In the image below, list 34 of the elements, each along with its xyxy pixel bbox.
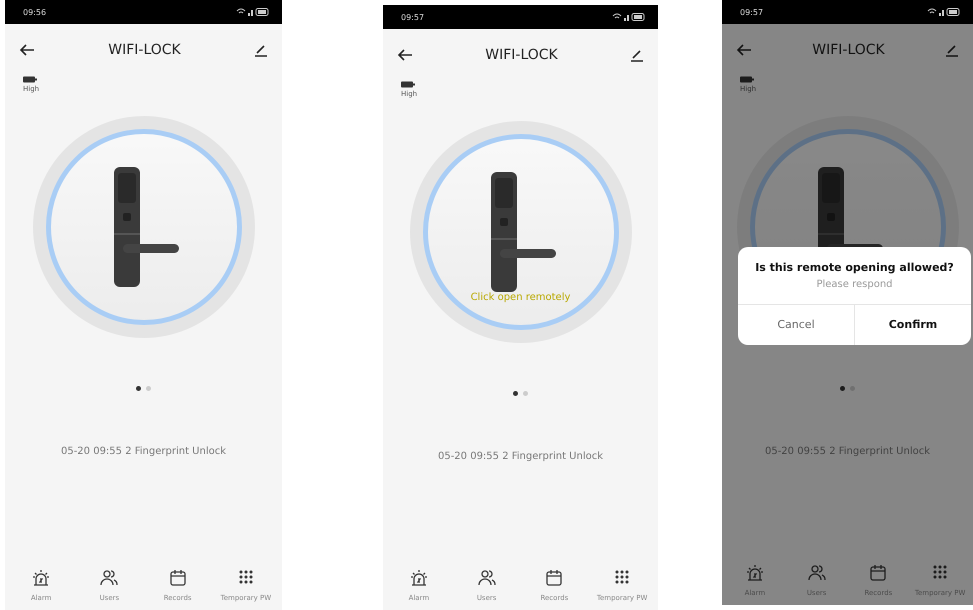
edit-icon[interactable] [254,43,268,57]
cancel-button[interactable]: Cancel [738,305,854,345]
status-time: 09:57 [740,8,764,16]
siren-icon [32,569,50,587]
screen-title: WIFI-LOCK [812,42,885,58]
siren-icon [746,564,764,582]
calendar-icon [168,569,187,587]
status-icons [612,12,646,22]
last-unlock-record: 05-20 09:55 2 Fingerprint Unlock [60,446,228,459]
battery-icon [401,81,415,88]
confirm-button[interactable]: Confirm [854,305,971,345]
screen-title: WIFI-LOCK [108,42,181,58]
siren-icon [410,569,428,587]
status-icons [236,7,270,17]
edit-icon[interactable] [630,48,644,62]
last-unlock-record: 05-20 09:55 2 Fingerprint Unlock [764,446,932,459]
users-icon [100,569,118,587]
users-icon [478,569,496,587]
screen-title: WIFI-LOCK [485,47,558,63]
calendar-icon [869,564,888,582]
status-icons [927,7,961,17]
back-icon[interactable] [19,43,35,57]
status-time: 09:56 [23,8,46,16]
battery-icon [740,76,754,83]
calendar-icon [545,569,564,587]
dialog-message: Please respond [815,279,894,290]
dialog-title: Is this remote opening allowed? [754,261,955,274]
status-time: 09:57 [401,12,424,22]
back-icon[interactable] [397,48,413,62]
last-unlock-record: 05-20 09:55 2 Fingerprint Unlock [436,451,604,464]
battery-icon [23,76,37,83]
unlock-button[interactable]: Click open remotely [410,121,632,343]
remote-open-hint[interactable]: Click open remotely [470,292,570,303]
users-icon [808,564,826,582]
